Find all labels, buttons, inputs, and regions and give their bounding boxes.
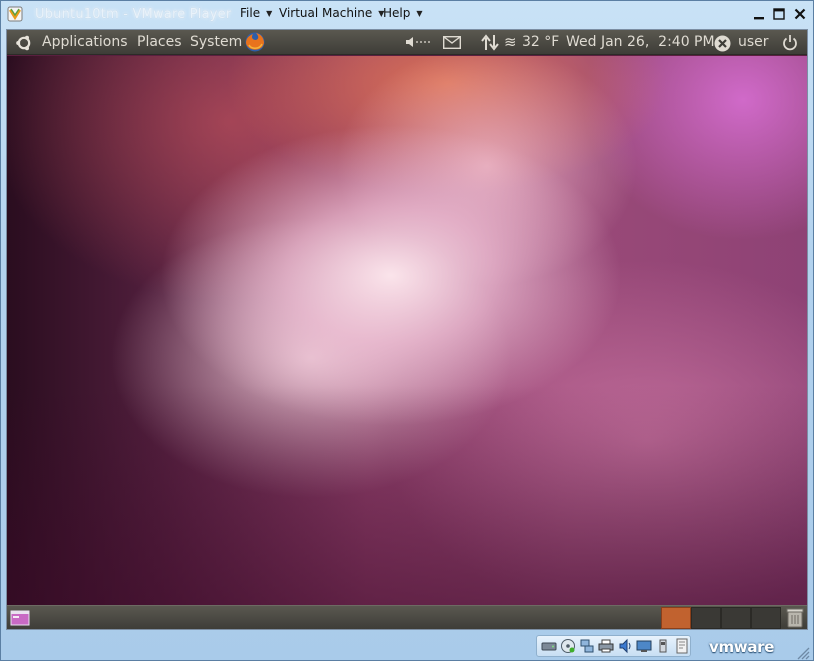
menu-help-label: Help — [383, 6, 411, 20]
message-icon[interactable] — [673, 638, 690, 654]
guest-screen[interactable]: Applications Places System ≋ 32 °F Wed J… — [6, 29, 808, 630]
cd-dvd-icon[interactable] — [559, 638, 576, 654]
close-icon — [794, 8, 806, 20]
minimize-icon — [754, 17, 764, 20]
close-button[interactable] — [790, 4, 810, 24]
vmware-app-icon[interactable] — [7, 6, 23, 22]
show-desktop-icon[interactable] — [9, 608, 31, 628]
ubuntu-top-panel: Applications Places System ≋ 32 °F Wed J… — [7, 30, 807, 55]
clock[interactable]: Wed Jan 26, 2:40 PM — [566, 34, 715, 50]
volume-muted-icon[interactable] — [405, 36, 431, 48]
title-bar[interactable]: Ubuntu10tm - VMware Player File ▼ Virtua… — [1, 1, 813, 28]
vmware-logo: vmware — [709, 638, 775, 656]
hard-disk-icon[interactable] — [540, 638, 557, 654]
ubuntu-bottom-panel — [7, 605, 807, 629]
menu-help[interactable]: Help ▼ — [383, 6, 423, 20]
user-status-icon[interactable] — [714, 35, 731, 52]
maximize-icon — [773, 8, 785, 20]
workspace-switcher-3[interactable] — [721, 607, 751, 629]
trash-icon[interactable] — [785, 607, 805, 629]
menu-applications[interactable]: Applications — [42, 34, 128, 50]
chevron-down-icon: ▼ — [416, 8, 423, 18]
chevron-down-icon: ▼ — [266, 8, 273, 18]
mail-icon[interactable] — [443, 36, 461, 49]
vmware-status-bar: vmware — [1, 632, 813, 661]
username-label[interactable]: user — [738, 34, 769, 50]
desktop-wallpaper[interactable] — [7, 56, 807, 605]
weather-icon[interactable]: ≋ — [504, 33, 517, 51]
workspace-switcher-2[interactable] — [691, 607, 721, 629]
firefox-icon[interactable] — [244, 31, 266, 53]
menu-virtual-machine-label: Virtual Machine — [279, 6, 373, 20]
printer-icon[interactable] — [597, 638, 614, 654]
device-tray — [536, 635, 691, 657]
window-title: Ubuntu10tm - VMware Player — [35, 7, 232, 22]
menu-places[interactable]: Places — [137, 34, 182, 50]
network-icon[interactable] — [481, 34, 499, 51]
ubuntu-logo-icon[interactable] — [15, 34, 33, 52]
display-icon[interactable] — [635, 638, 652, 654]
sound-card-icon[interactable] — [616, 638, 633, 654]
power-icon[interactable] — [782, 34, 798, 51]
minimize-button[interactable] — [749, 4, 769, 24]
menu-file[interactable]: File ▼ — [240, 6, 272, 20]
network-adapter-icon[interactable] — [578, 638, 595, 654]
resize-grip-icon[interactable] — [794, 644, 810, 660]
workspace-switcher-1[interactable] — [661, 607, 691, 629]
vmware-player-window: Ubuntu10tm - VMware Player File ▼ Virtua… — [0, 0, 814, 661]
menu-system[interactable]: System — [190, 34, 242, 50]
temperature-readout[interactable]: 32 °F — [522, 34, 559, 50]
menu-virtual-machine[interactable]: Virtual Machine ▼ — [279, 6, 384, 20]
menu-file-label: File — [240, 6, 261, 20]
usb-device-icon[interactable] — [654, 638, 671, 654]
workspace-switcher-4[interactable] — [751, 607, 781, 629]
maximize-button[interactable] — [769, 4, 789, 24]
